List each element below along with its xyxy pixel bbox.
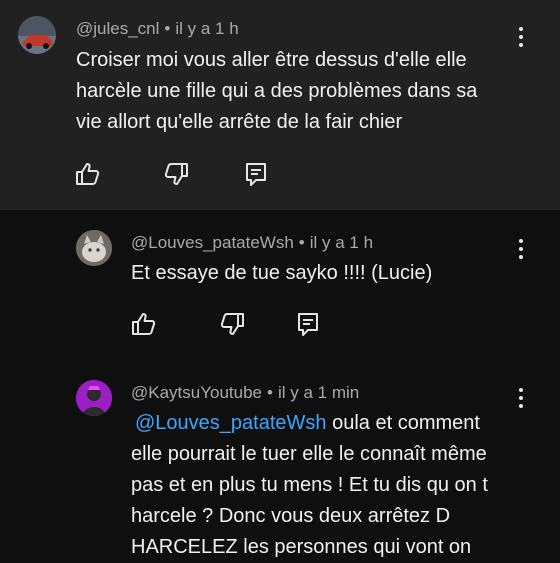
comment-line: @Louves_patateWsh oula et comment	[135, 412, 480, 434]
avatar-image	[76, 230, 112, 266]
comment-line: elle pourrait le tuer elle le connaît mê…	[131, 443, 487, 465]
dislike-icon[interactable]	[218, 310, 246, 338]
comment-actions	[74, 160, 294, 190]
avatar-image	[76, 380, 112, 416]
author-handle[interactable]: @KaytsuYoutube	[131, 383, 262, 402]
comment-meta: @KaytsuYoutube • il y a 1 min	[131, 383, 360, 402]
comment-line: Et essaye de tue sayko !!!! (Lucie)	[131, 262, 433, 284]
comment-meta: @Louves_patateWsh • il y a 1 h	[131, 233, 374, 252]
comment-text: Croiser moi vous aller être dessus d'ell…	[76, 45, 536, 138]
reply-comment: @Louves_patateWsh • il y a 1 h Et essaye d…	[0, 210, 560, 360]
comment-text: @Louves_patateWsh oula et comment elle p…	[131, 408, 536, 563]
comment-actions	[130, 310, 330, 340]
timestamp[interactable]: il y a 1 h	[175, 19, 238, 38]
mention-link[interactable]: @Louves_patateWsh	[135, 412, 327, 434]
comment-thread: @jules_cnl • il y a 1 h Croiser moi vous a…	[0, 0, 560, 210]
more-vert-icon[interactable]	[511, 386, 531, 410]
comment-line: Croiser moi vous aller être dessus d'ell…	[76, 49, 467, 71]
reply-icon[interactable]	[294, 310, 322, 338]
reply-comment: @KaytsuYoutube • il y a 1 min @Louves_pata…	[0, 360, 560, 560]
timestamp[interactable]: il y a 1 h	[310, 233, 373, 252]
author-handle[interactable]: @Louves_patateWsh	[131, 233, 294, 252]
avatar[interactable]	[18, 16, 56, 54]
comment-line: vie allort qu'elle arrête de la fair chi…	[76, 111, 403, 133]
comment-line: harcèle une fille qui a des problèmes da…	[76, 80, 478, 102]
comment-meta: @jules_cnl • il y a 1 h	[76, 19, 239, 38]
author-handle[interactable]: @jules_cnl	[76, 19, 159, 38]
avatar-image	[18, 16, 56, 54]
like-icon[interactable]	[130, 310, 158, 338]
like-icon[interactable]	[74, 160, 102, 188]
comment-line: pas et en plus tu mens ! Et tu dis qu on…	[131, 474, 488, 496]
comment-line: harcele ? Donc vous deux arrêtez D	[131, 505, 451, 527]
timestamp[interactable]: il y a 1 min	[278, 383, 359, 402]
avatar[interactable]	[76, 380, 112, 416]
dislike-icon[interactable]	[162, 160, 190, 188]
reply-icon[interactable]	[242, 160, 270, 188]
avatar[interactable]	[76, 230, 112, 266]
comment-line: HARCELEZ les personnes qui vont on	[131, 536, 472, 558]
comment-text: Et essaye de tue sayko !!!! (Lucie)	[131, 258, 531, 289]
